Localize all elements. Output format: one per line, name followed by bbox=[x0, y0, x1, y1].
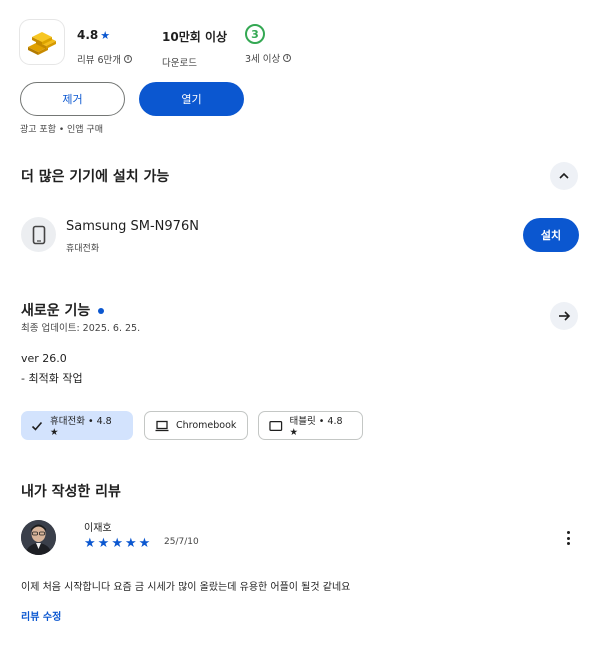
star-icon: ★ bbox=[100, 28, 111, 42]
chip-tablet[interactable]: 태블릿 • 4.8 ★ bbox=[258, 411, 363, 440]
downloads-label: 다운로드 bbox=[162, 58, 197, 69]
age-rating-label: 3세 이상 bbox=[245, 54, 281, 65]
chip-phone-label: 휴대전화 • 4.8 ★ bbox=[49, 416, 112, 438]
star-icon: ★ bbox=[111, 536, 123, 551]
uninstall-button[interactable]: 제거 bbox=[20, 82, 125, 116]
release-notes: - 최적화 작업 bbox=[21, 372, 83, 385]
check-icon bbox=[31, 421, 43, 431]
chip-phone[interactable]: 휴대전화 • 4.8 ★ bbox=[21, 411, 133, 440]
more-options-button[interactable] bbox=[560, 529, 576, 547]
chip-chromebook[interactable]: Chromebook bbox=[144, 411, 248, 440]
star-icon: ★ bbox=[138, 536, 151, 551]
age-rating-stat[interactable]: 3 3세 이상 i bbox=[245, 24, 292, 65]
device-type: 휴대전화 bbox=[66, 244, 100, 254]
star-icon: ★ bbox=[97, 536, 110, 551]
install-button[interactable]: 설치 bbox=[523, 218, 579, 252]
downloads-value: 10만회 이상 bbox=[162, 30, 228, 44]
review-text: 이제 처음 시작합니다 요즘 금 시세가 많이 올랐는데 유용한 어플이 될것 … bbox=[21, 582, 351, 593]
tablet-icon bbox=[269, 420, 283, 431]
open-button[interactable]: 열기 bbox=[139, 82, 244, 116]
info-icon: i bbox=[283, 54, 292, 62]
avatar bbox=[21, 520, 56, 555]
whats-new-title-text: 새로운 기능 bbox=[21, 303, 91, 319]
version-text: ver 26.0 bbox=[21, 352, 67, 365]
review-count: 리뷰 6만개 bbox=[77, 55, 122, 66]
review-date: 25/7/10 bbox=[164, 537, 199, 547]
rating-value: 4.8 bbox=[77, 28, 99, 42]
app-icon bbox=[20, 20, 64, 64]
device-name: Samsung SM-N976N bbox=[66, 219, 199, 234]
phone-icon bbox=[21, 217, 56, 252]
more-devices-title: 더 많은 기기에 설치 가능 bbox=[21, 169, 170, 185]
info-icon: i bbox=[124, 55, 133, 63]
gold-bars-icon bbox=[28, 32, 56, 55]
downloads-stat: 10만회 이상 다운로드 bbox=[162, 28, 227, 69]
whats-new-more-button[interactable] bbox=[550, 302, 578, 330]
reviewer-name: 이재호 bbox=[84, 523, 112, 534]
my-review-title: 내가 작성한 리뷰 bbox=[21, 484, 121, 500]
star-icon: ★ bbox=[84, 536, 96, 551]
last-updated: 최종 업데이트: 2025. 6. 25. bbox=[21, 323, 141, 334]
chip-chromebook-label: Chromebook bbox=[176, 420, 237, 431]
chip-tablet-label: 태블릿 • 4.8 ★ bbox=[289, 416, 343, 438]
whats-new-title[interactable]: 새로운 기능 bbox=[21, 300, 105, 320]
star-icon: ★ bbox=[124, 536, 137, 551]
collapse-button[interactable] bbox=[550, 162, 578, 190]
laptop-icon bbox=[155, 420, 169, 431]
age-rating-badge: 3 bbox=[245, 24, 265, 44]
edit-review-link[interactable]: 리뷰 수정 bbox=[21, 608, 61, 623]
rating-stat[interactable]: 4.8 ★ 리뷰 6만개 i bbox=[77, 28, 133, 66]
more-vert-icon bbox=[566, 531, 570, 534]
arrow-right-icon bbox=[559, 311, 571, 321]
chevron-up-icon bbox=[559, 172, 569, 179]
ads-note: 광고 포함 • 인앱 구매 bbox=[20, 125, 103, 135]
new-indicator-dot bbox=[98, 308, 105, 314]
review-stars: ★ ★ ★ ★ ★ bbox=[84, 536, 150, 551]
